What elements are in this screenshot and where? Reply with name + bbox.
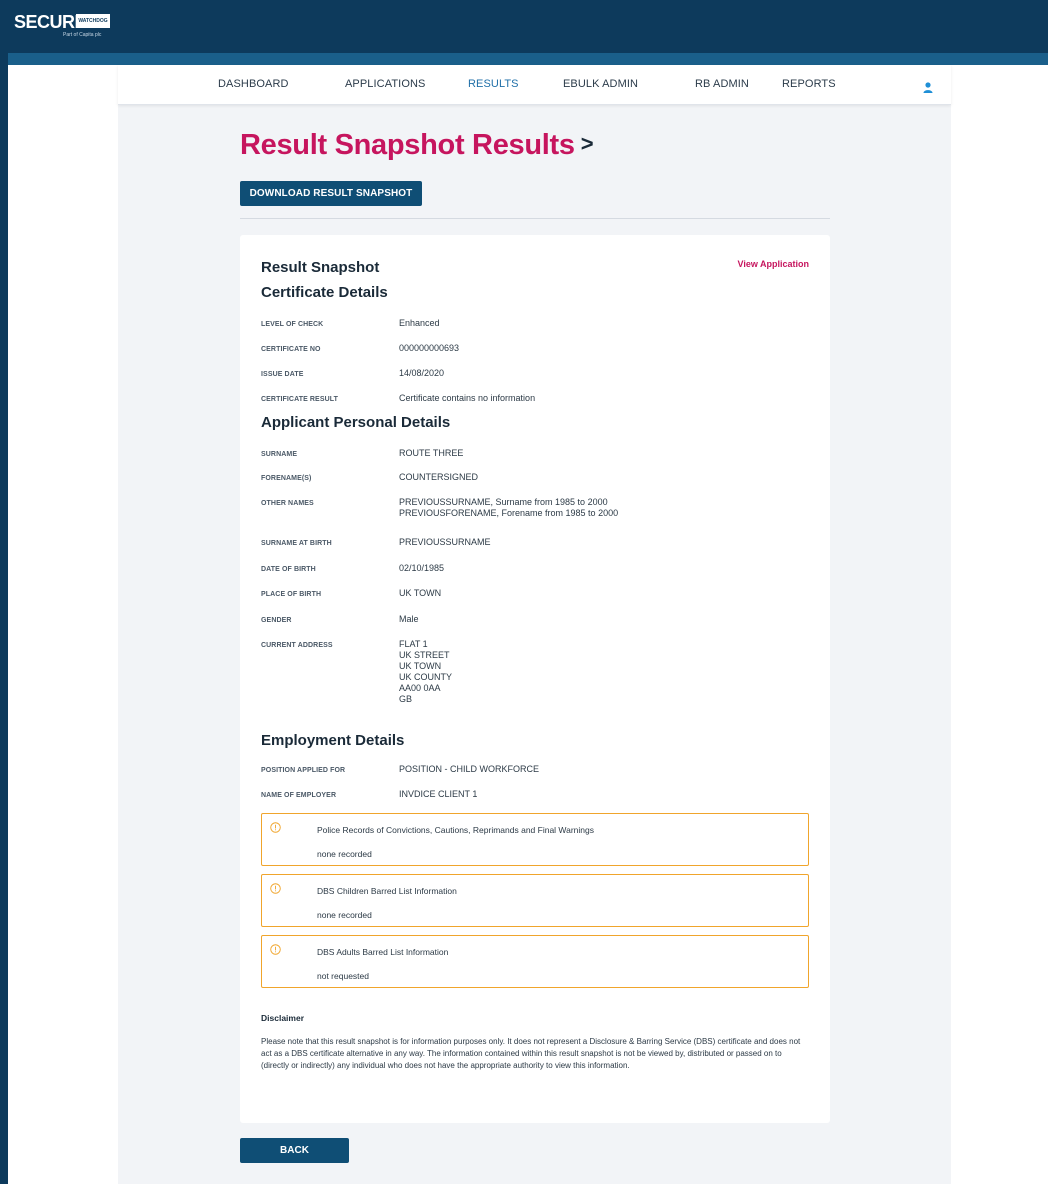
field-value: POSITION - CHILD WORKFORCE <box>399 764 540 774</box>
panel-value: not requested <box>317 971 369 981</box>
panel-value: none recorded <box>317 849 372 859</box>
field-value: ROUTE THREE <box>399 448 464 458</box>
panel-title: DBS Adults Barred List Information <box>317 947 449 957</box>
field-label: ISSUE DATE <box>261 371 304 378</box>
field-value: PREVIOUSSURNAME <box>399 537 491 547</box>
nav-reports[interactable]: REPORTS <box>782 78 836 90</box>
field-label: POSITION APPLIED FOR <box>261 767 346 774</box>
field-label: CERTIFICATE NO <box>261 346 321 353</box>
certificate-details-heading: Certificate Details <box>261 284 388 301</box>
divider <box>240 218 830 219</box>
logo-badge: WATCHDOG <box>76 14 110 28</box>
breadcrumb-arrow: > <box>580 131 594 156</box>
left-frame-border <box>0 0 8 1184</box>
field-label: OTHER NAMES <box>261 500 314 507</box>
nav-rb-admin[interactable]: RB ADMIN <box>695 78 749 90</box>
nav-results[interactable]: RESULTS <box>468 78 519 90</box>
field-label: LEVEL OF CHECK <box>261 321 324 328</box>
field-label: NAME OF EMPLOYER <box>261 792 337 799</box>
page-title: Result Snapshot Results <box>240 129 575 161</box>
police-records-panel: Police Records of Convictions, Cautions,… <box>261 813 809 866</box>
result-snapshot-card: Result Snapshot View Application Certifi… <box>240 235 830 1123</box>
field-value: FLAT 1 UK STREET UK TOWN UK COUNTY AA00 … <box>399 639 453 704</box>
field-label: PLACE OF BIRTH <box>261 591 322 598</box>
main-content: DASHBOARD APPLICATIONS RESULTS EBULK ADM… <box>118 65 951 1184</box>
field-label: CURRENT ADDRESS <box>261 642 333 649</box>
field-value: 000000000693 <box>399 343 460 353</box>
applicant-details-heading: Applicant Personal Details <box>261 414 451 431</box>
panel-value: none recorded <box>317 910 372 920</box>
panel-title: Police Records of Convictions, Cautions,… <box>317 825 595 835</box>
field-value: UK TOWN <box>399 588 442 598</box>
warning-icon <box>270 883 281 894</box>
panel-title: DBS Children Barred List Information <box>317 886 457 896</box>
field-label: CERTIFICATE RESULT <box>261 396 338 403</box>
top-navigation: DASHBOARD APPLICATIONS RESULTS EBULK ADM… <box>118 65 951 105</box>
logo-subtitle: Part of Capita plc <box>63 32 102 38</box>
field-value: 02/10/1985 <box>399 563 445 573</box>
warning-icon <box>270 822 281 833</box>
field-value: Male <box>399 614 419 624</box>
employment-details-heading: Employment Details <box>261 732 405 749</box>
page-heading: Result Snapshot Results > <box>240 129 594 162</box>
download-result-snapshot-button[interactable]: DOWNLOAD RESULT SNAPSHOT <box>240 181 422 206</box>
nav-applications[interactable]: APPLICATIONS <box>345 78 425 90</box>
field-label: GENDER <box>261 617 292 624</box>
adults-barred-list-panel: DBS Adults Barred List Information not r… <box>261 935 809 988</box>
field-value: COUNTERSIGNED <box>399 472 479 482</box>
field-value: 14/08/2020 <box>399 368 445 378</box>
snapshot-title: Result Snapshot <box>261 259 380 276</box>
disclaimer-title: Disclaimer <box>261 1013 304 1023</box>
field-label: FORENAME(S) <box>261 475 312 482</box>
children-barred-list-panel: DBS Children Barred List Information non… <box>261 874 809 927</box>
field-label: SURNAME AT BIRTH <box>261 540 332 547</box>
header-strip <box>0 53 1048 65</box>
field-value: Enhanced <box>399 318 440 328</box>
disclaimer-text: Please note that this result snapshot is… <box>261 1037 801 1070</box>
field-value: PREVIOUSSURNAME, Surname from 1985 to 20… <box>399 497 619 518</box>
user-icon[interactable] <box>923 82 933 93</box>
nav-dashboard[interactable]: DASHBOARD <box>218 78 289 90</box>
field-value: INVDICE CLIENT 1 <box>399 789 478 799</box>
nav-ebulk-admin[interactable]: EBULK ADMIN <box>563 78 638 90</box>
warning-icon <box>270 944 281 955</box>
app-header: SECURITY WATCHDOG Part of Capita plc <box>0 0 1048 57</box>
back-button[interactable]: BACK <box>240 1138 349 1163</box>
field-label: DATE OF BIRTH <box>261 566 316 573</box>
field-label: SURNAME <box>261 451 298 458</box>
field-value: Certificate contains no information <box>399 393 536 403</box>
view-application-link[interactable]: View Application <box>737 259 809 269</box>
brand-logo[interactable]: SECURITY WATCHDOG Part of Capita plc <box>14 12 124 46</box>
